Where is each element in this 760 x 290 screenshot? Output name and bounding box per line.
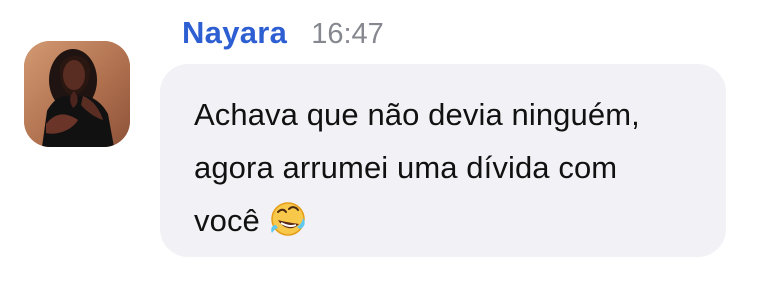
rolling-on-the-floor-laughing-emoji bbox=[269, 200, 307, 238]
message-bubble[interactable]: Achava que não devia ninguém, agora arru… bbox=[160, 64, 726, 257]
message-text: Achava que não devia ninguém, agora arru… bbox=[194, 88, 700, 247]
message-timestamp: 16:47 bbox=[311, 18, 384, 50]
sender-name[interactable]: Nayara bbox=[182, 15, 287, 51]
avatar[interactable] bbox=[24, 41, 130, 147]
message-line-2: agora arrumei uma dívida com bbox=[194, 150, 618, 185]
avatar-photo bbox=[24, 41, 130, 147]
chat-message: Nayara 16:47 Achava que não devia ningué… bbox=[0, 0, 760, 290]
message-line-1: Achava que não devia ninguém, bbox=[194, 97, 640, 132]
message-header: Nayara 16:47 bbox=[182, 15, 384, 59]
message-line-3: você bbox=[194, 203, 260, 238]
